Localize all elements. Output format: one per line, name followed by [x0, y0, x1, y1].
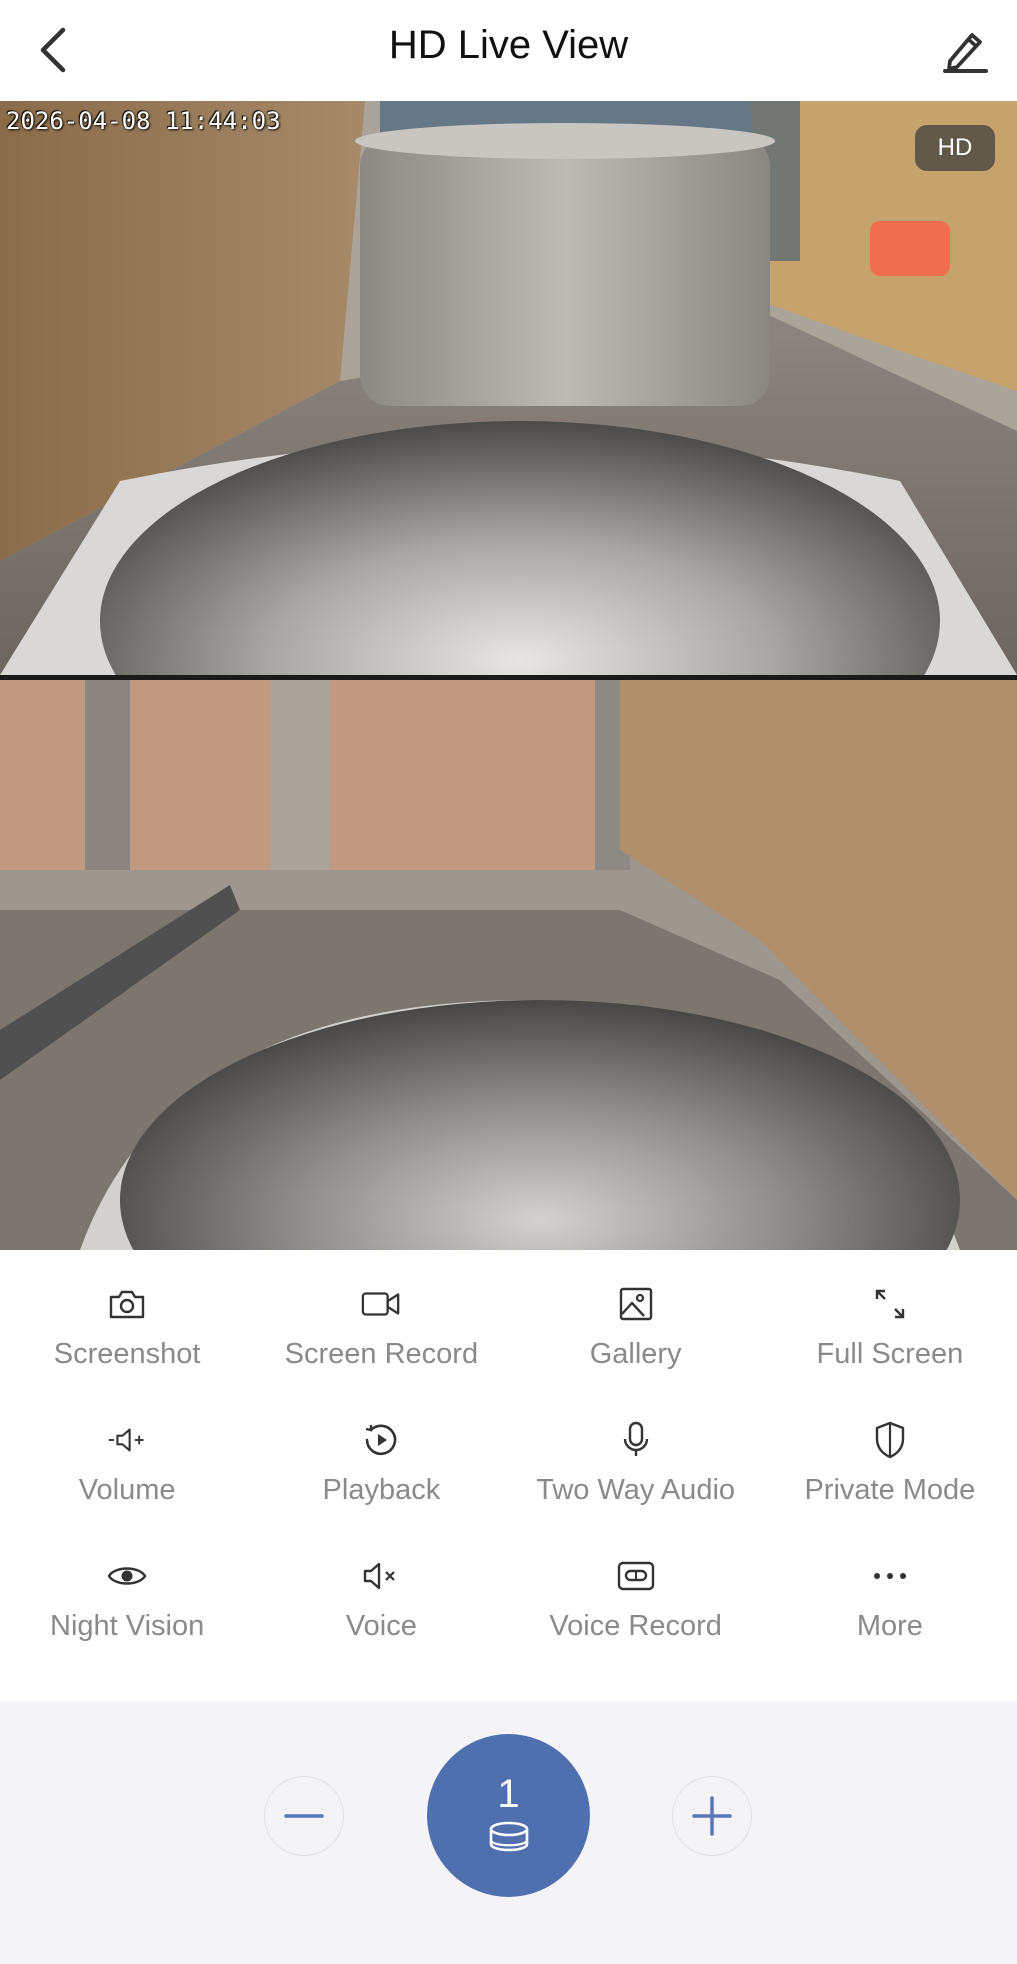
two-way-audio-label: Two Way Audio: [536, 1474, 736, 1506]
zoom-in-button[interactable]: [672, 1776, 752, 1856]
more-label: More: [856, 1610, 923, 1642]
private-mode-button[interactable]: Private Mode: [763, 1408, 1017, 1544]
page-title: HD Live View: [388, 23, 629, 67]
gallery-button[interactable]: Gallery: [509, 1272, 763, 1408]
voice-button[interactable]: Voice: [254, 1544, 508, 1680]
private-mode-label: Private Mode: [804, 1474, 976, 1506]
volume-button[interactable]: Volume: [0, 1408, 254, 1544]
two-way-audio-button[interactable]: Two Way Audio: [509, 1408, 763, 1544]
camera-icon: [109, 1290, 145, 1319]
voice-label: Voice: [345, 1610, 417, 1642]
video-camera-icon: [362, 1292, 400, 1316]
screenshot-button[interactable]: Screenshot: [0, 1272, 254, 1408]
playback-button[interactable]: Playback: [254, 1408, 508, 1544]
speaker-mute-icon: [364, 1562, 396, 1590]
zoom-out-button[interactable]: [264, 1776, 344, 1856]
volume-label: Volume: [78, 1474, 176, 1506]
screen-record-button[interactable]: Screen Record: [254, 1272, 508, 1408]
playback-label: Playback: [322, 1474, 441, 1506]
shield-icon: [875, 1421, 905, 1459]
gallery-label: Gallery: [589, 1338, 682, 1370]
edit-button[interactable]: [933, 18, 997, 82]
night-vision-button[interactable]: Night Vision: [0, 1544, 254, 1680]
expand-icon: [875, 1289, 905, 1319]
full-screen-button[interactable]: Full Screen: [763, 1272, 1017, 1408]
camera-image-top: [0, 101, 1017, 675]
control-grid: Screenshot Screen Record Gallery Full Sc…: [0, 1250, 1017, 1702]
speaker-icon: [108, 1428, 144, 1452]
screenshot-label: Screenshot: [53, 1338, 201, 1370]
voice-record-icon: [617, 1561, 654, 1591]
camera-feed-bottom[interactable]: [0, 680, 1017, 1250]
hd-quality-badge[interactable]: HD: [915, 125, 995, 171]
more-dots-icon: [873, 1573, 906, 1579]
image-icon: [619, 1287, 652, 1321]
bottom-panel: 1: [0, 1702, 1017, 1964]
microphone-icon: [623, 1421, 648, 1456]
camera-feed-top[interactable]: 2026-04-08 11:44:03 HD: [0, 101, 1017, 675]
video-timestamp: 2026-04-08 11:44:03: [6, 107, 281, 135]
night-vision-label: Night Vision: [50, 1610, 205, 1642]
feed-portion-button[interactable]: 1: [427, 1734, 590, 1897]
full-screen-label: Full Screen: [816, 1338, 964, 1370]
eye-icon: [107, 1567, 147, 1585]
pencil-icon: [943, 33, 988, 73]
plus-icon: [692, 1796, 732, 1836]
minus-icon: [284, 1814, 324, 1818]
bowl-icon: [489, 1821, 528, 1851]
header-bar: HD Live View: [0, 0, 1017, 101]
more-button[interactable]: More: [763, 1544, 1017, 1680]
portion-count: 1: [497, 1771, 520, 1816]
playback-icon: [366, 1424, 397, 1456]
voice-record-label: Voice Record: [549, 1610, 722, 1642]
screen-record-label: Screen Record: [284, 1338, 479, 1370]
voice-record-button[interactable]: Voice Record: [509, 1544, 763, 1680]
camera-image-bottom: [0, 680, 1017, 1250]
